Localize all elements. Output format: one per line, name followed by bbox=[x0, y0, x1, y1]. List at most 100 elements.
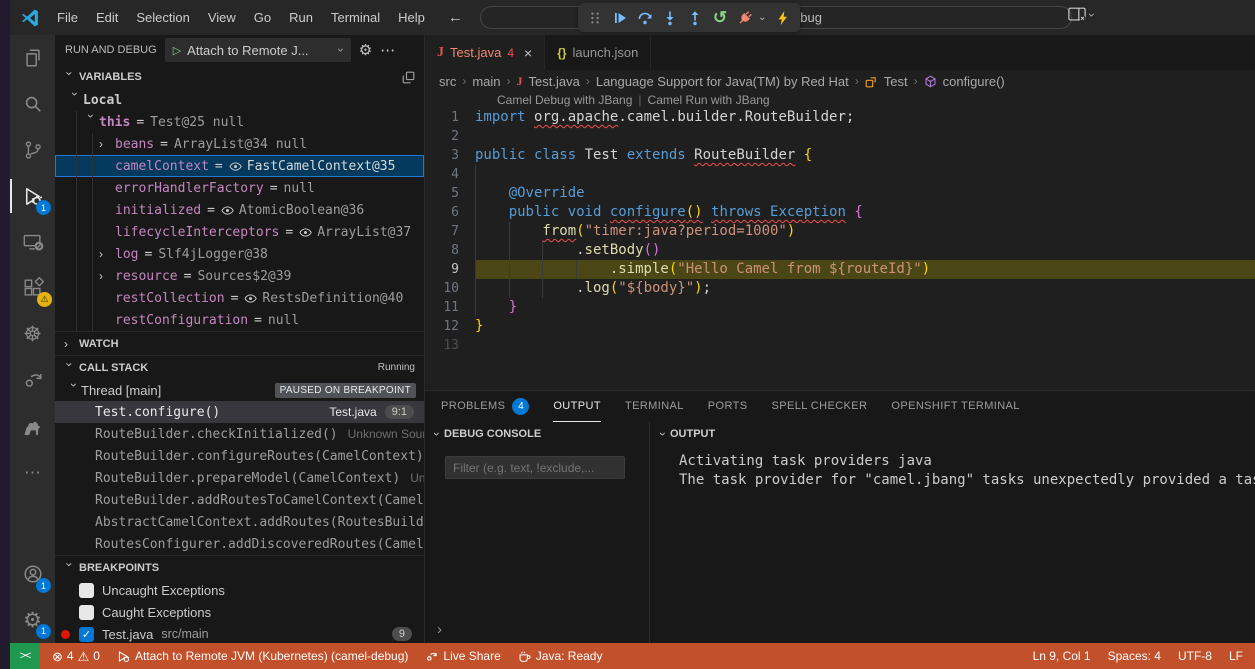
remote-indicator[interactable]: >< bbox=[10, 643, 40, 669]
variable-row-beans[interactable]: ›beans=ArrayList@34 null bbox=[55, 133, 424, 155]
line-number[interactable]: 11 bbox=[425, 298, 475, 317]
stack-frame[interactable]: Test.configure() Test.java 9:1 bbox=[55, 401, 424, 423]
stack-frame[interactable]: AbstractCamelContext.addRoutes(RoutesBui… bbox=[55, 511, 424, 533]
tab-launchjson[interactable]: {} launch.json bbox=[545, 35, 651, 70]
breadcrumb-item[interactable]: main bbox=[472, 74, 500, 89]
encoding-setting[interactable]: UTF-8 bbox=[1178, 649, 1212, 663]
eye-icon[interactable] bbox=[244, 292, 257, 305]
line-number[interactable]: 6 bbox=[425, 203, 475, 222]
drag-grip-icon[interactable] bbox=[583, 6, 607, 30]
codelens-camel-run-link[interactable]: Camel Run with JBang bbox=[648, 93, 770, 107]
stack-frame[interactable]: RouteBuilder.checkInitialized() Unknown … bbox=[55, 423, 424, 445]
kubernetes-icon[interactable]: ☸ bbox=[10, 311, 55, 357]
code-line-current[interactable]: 9.simple("Hello Camel from ${routeId}") bbox=[425, 260, 1255, 279]
live-share-status[interactable]: Live Share bbox=[425, 649, 500, 663]
thread-row[interactable]: › Thread [main] PAUSED ON BREAKPOINT bbox=[55, 379, 424, 401]
close-icon[interactable]: × bbox=[524, 45, 532, 61]
checkbox-checked[interactable] bbox=[79, 627, 94, 642]
breakpoint-uncaught-exceptions[interactable]: Uncaught Exceptions bbox=[55, 579, 424, 601]
stack-frame[interactable]: RouteBuilder.prepareModel(CamelContext) … bbox=[55, 467, 424, 489]
explorer-icon[interactable] bbox=[10, 35, 55, 81]
line-number[interactable]: 9 bbox=[425, 260, 475, 279]
customize-layout-icon[interactable] bbox=[1068, 7, 1086, 22]
stack-frame[interactable]: RoutesConfigurer.addDiscoveredRoutes(Cam… bbox=[55, 533, 424, 555]
code-line[interactable]: 3public class Test extends RouteBuilder … bbox=[425, 146, 1255, 165]
code-line[interactable]: 5@Override bbox=[425, 184, 1255, 203]
copy-icon[interactable] bbox=[402, 71, 415, 84]
stack-frame[interactable]: RouteBuilder.addRoutesToCamelContext(Cam… bbox=[55, 489, 424, 511]
breadcrumb-item[interactable]: Language Support for Java(TM) by Red Hat bbox=[596, 74, 849, 89]
debug-console-header[interactable]: › DEBUG CONSOLE bbox=[425, 422, 649, 446]
cursor-position[interactable]: Ln 9, Col 1 bbox=[1033, 649, 1091, 663]
live-share-icon[interactable] bbox=[10, 357, 55, 403]
line-number[interactable]: 1 bbox=[425, 108, 475, 127]
output-header[interactable]: › OUTPUT bbox=[651, 422, 1255, 446]
menu-edit[interactable]: Edit bbox=[87, 0, 127, 35]
breakpoint-caught-exceptions[interactable]: Caught Exceptions bbox=[55, 601, 424, 623]
breakpoints-section-header[interactable]: › BREAKPOINTS bbox=[55, 555, 424, 579]
views-more-actions-icon[interactable]: ⋯ bbox=[380, 41, 395, 59]
variable-row-errorhandlerfactory[interactable]: errorHandlerFactory=null bbox=[55, 177, 424, 199]
watch-section-header[interactable]: › WATCH bbox=[55, 331, 424, 355]
tab-terminal[interactable]: TERMINAL bbox=[625, 391, 684, 422]
menu-selection[interactable]: Selection bbox=[127, 0, 198, 35]
menu-view[interactable]: View bbox=[199, 0, 245, 35]
menu-file[interactable]: File bbox=[48, 0, 87, 35]
indentation-setting[interactable]: Spaces: 4 bbox=[1108, 649, 1161, 663]
disconnect-icon[interactable] bbox=[733, 6, 757, 30]
run-and-debug-icon[interactable]: 1 bbox=[10, 173, 55, 219]
menu-help[interactable]: Help bbox=[389, 0, 434, 35]
tab-testjava[interactable]: J Test.java 4 × bbox=[425, 35, 545, 70]
checkbox-unchecked[interactable] bbox=[79, 583, 94, 598]
menu-run[interactable]: Run bbox=[280, 0, 322, 35]
call-stack-section-header[interactable]: › CALL STACK Running bbox=[55, 355, 424, 379]
line-number[interactable]: 13 bbox=[425, 336, 475, 355]
more-views-icon[interactable]: ⋯ bbox=[10, 449, 55, 495]
step-into-icon[interactable] bbox=[658, 6, 682, 30]
tab-openshift-terminal[interactable]: OPENSHIFT TERMINAL bbox=[891, 391, 1019, 422]
code-line[interactable]: 4 bbox=[425, 165, 1255, 184]
codelens-camel-debug-link[interactable]: Camel Debug with JBang bbox=[497, 93, 632, 107]
code-line[interactable]: 13 bbox=[425, 336, 1255, 355]
variable-row-restconfiguration[interactable]: restConfiguration=null bbox=[55, 309, 424, 331]
tab-problems[interactable]: PROBLEMS 4 bbox=[441, 391, 529, 422]
launch-config-dropdown[interactable]: ▷ Attach to Remote J... › bbox=[165, 38, 351, 62]
menu-terminal[interactable]: Terminal bbox=[322, 0, 389, 35]
breadcrumb-item[interactable]: src bbox=[439, 74, 456, 89]
breadcrumb-item[interactable]: configure() bbox=[943, 74, 1005, 89]
tab-spell-checker[interactable]: SPELL CHECKER bbox=[772, 391, 868, 422]
code-line[interactable]: 7from("timer:java?period=1000") bbox=[425, 222, 1255, 241]
repl-prompt-chevron-icon[interactable]: › bbox=[437, 621, 442, 638]
disconnect-dropdown-chevron-icon[interactable]: ⌄ bbox=[758, 12, 770, 23]
menu-go[interactable]: Go bbox=[245, 0, 280, 35]
step-over-icon[interactable] bbox=[633, 6, 657, 30]
stack-frame[interactable]: RouteBuilder.configureRoutes(CamelContex… bbox=[55, 445, 424, 467]
variable-row-lifecycleinterceptors[interactable]: lifecycleInterceptors=ArrayList@37 bbox=[55, 221, 424, 243]
debug-session-status[interactable]: Attach to Remote JVM (Kubernetes) (camel… bbox=[117, 649, 408, 663]
source-control-icon[interactable] bbox=[10, 127, 55, 173]
eol-setting[interactable]: LF bbox=[1229, 649, 1243, 663]
variables-section-header[interactable]: › VARIABLES bbox=[55, 65, 424, 89]
line-number[interactable]: 7 bbox=[425, 222, 475, 241]
extensions-icon[interactable]: ⚠ bbox=[10, 265, 55, 311]
line-number[interactable]: 8 bbox=[425, 241, 475, 260]
line-number[interactable]: 2 bbox=[425, 127, 475, 146]
breadcrumb-item[interactable]: Test bbox=[884, 74, 908, 89]
continue-icon[interactable] bbox=[608, 6, 632, 30]
code-line[interactable]: 2 bbox=[425, 127, 1255, 146]
checkbox-unchecked[interactable] bbox=[79, 605, 94, 620]
breadcrumb-item[interactable]: Test.java bbox=[529, 74, 580, 89]
remote-explorer-icon[interactable] bbox=[10, 219, 55, 265]
start-debug-icon[interactable]: ▷ bbox=[173, 44, 181, 57]
restart-icon[interactable]: ↺ bbox=[708, 6, 732, 30]
line-number[interactable]: 10 bbox=[425, 279, 475, 298]
line-number[interactable]: 4 bbox=[425, 165, 475, 184]
code-line[interactable]: 11} bbox=[425, 298, 1255, 317]
breakpoint-testjava[interactable]: Test.java src/main 9 bbox=[55, 623, 424, 643]
debug-settings-gear-icon[interactable]: ⚙ bbox=[359, 41, 372, 59]
variable-row-local[interactable]: ›Local bbox=[55, 89, 424, 111]
variable-row-camelcontext[interactable]: camelContext=FastCamelContext@35 bbox=[55, 155, 424, 177]
eye-icon[interactable] bbox=[299, 226, 312, 239]
line-number[interactable]: 3 bbox=[425, 146, 475, 165]
layout-dropdown-chevron-icon[interactable]: › bbox=[1085, 13, 1099, 17]
